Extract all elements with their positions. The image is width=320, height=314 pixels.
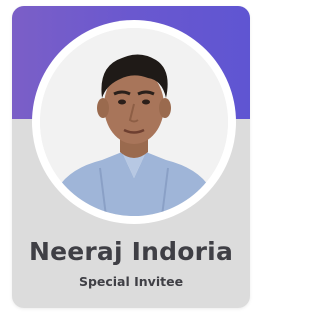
person-role: Special Invitee: [78, 274, 184, 289]
profile-card: Neeraj Indoria Special Invitee: [12, 6, 250, 308]
avatar: [40, 28, 228, 216]
avatar-photo: [40, 28, 228, 216]
person-name: Neeraj Indoria: [28, 237, 234, 266]
avatar-ring: [32, 20, 236, 224]
